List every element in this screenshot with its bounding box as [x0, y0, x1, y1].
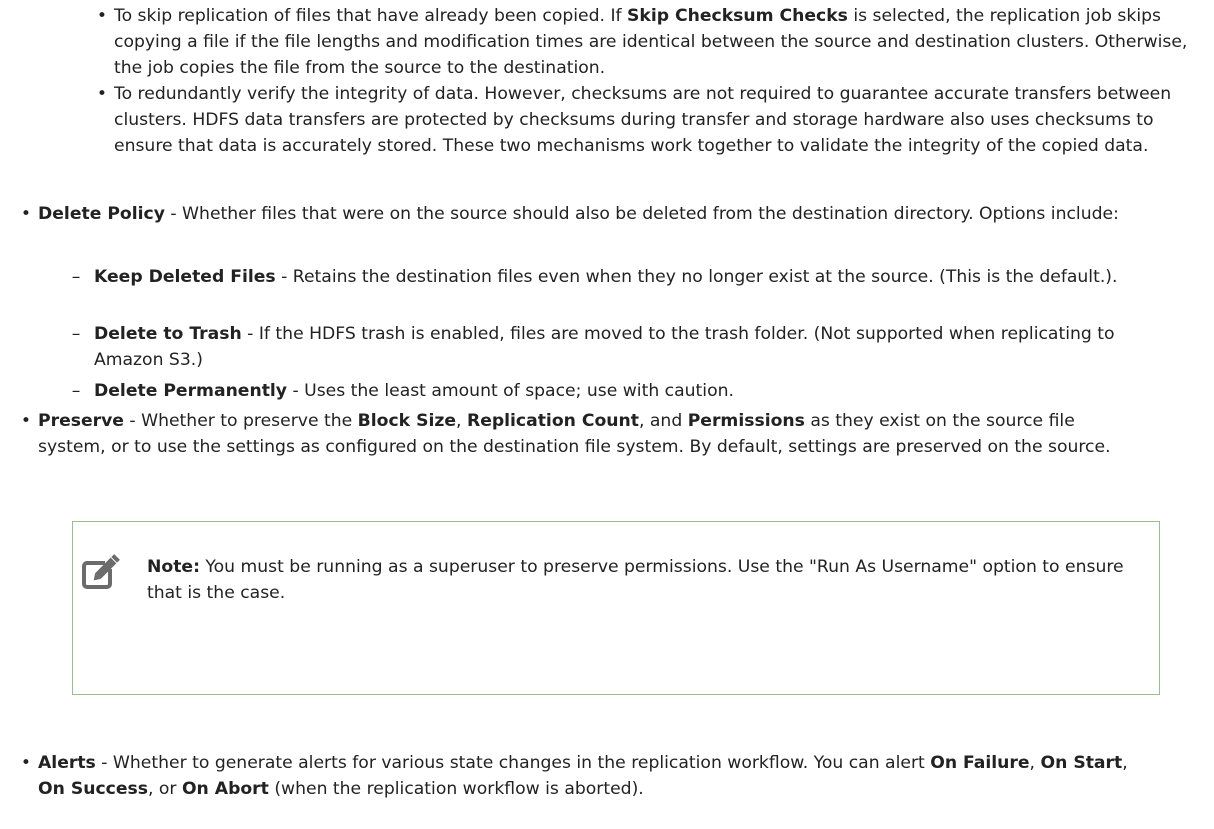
bold-term: On Failure	[930, 753, 1030, 773]
dash-marker: –	[71, 381, 81, 401]
text-run: You must be running as a superuser to pr…	[147, 557, 1124, 603]
note-text: Note: You must be running as a superuser…	[147, 554, 1137, 606]
bullet-marker: •	[96, 6, 108, 26]
bold-term: Replication Count	[466, 411, 639, 431]
text-run: , and	[638, 411, 688, 431]
note-edit-icon	[82, 554, 121, 589]
text-run: (when the replication workflow is aborte…	[268, 779, 644, 799]
bold-term: Permissions	[687, 411, 805, 431]
bold-term: Preserve	[38, 411, 124, 431]
bold-term: Delete Policy	[38, 204, 165, 224]
option-text: Keep Deleted Files - Retains the destina…	[94, 264, 1164, 290]
bold-term: Delete to Trash	[94, 324, 242, 344]
option-text: Delete to Trash - If the HDFS trash is e…	[94, 321, 1164, 373]
dash-marker: –	[71, 324, 81, 344]
bullet-text: Delete Policy - Whether files that were …	[38, 201, 1142, 227]
bullet-marker: •	[96, 84, 108, 104]
text-run: To skip replication of files that have a…	[114, 6, 628, 26]
bullet-marker: •	[20, 204, 32, 224]
text-run: , or	[147, 779, 182, 799]
bold-term: Block Size	[357, 411, 457, 431]
bullet-marker: •	[20, 411, 32, 431]
bullet-text: To skip replication of files that have a…	[114, 3, 1192, 81]
bullet-marker: •	[20, 753, 32, 773]
bold-term: Note:	[147, 557, 200, 577]
bold-term: Skip Checksum Checks	[627, 6, 848, 26]
text-run: - Whether to generate alerts for various…	[95, 753, 931, 773]
bold-term: On Success	[38, 779, 148, 799]
text-run: ,	[1029, 753, 1041, 773]
text-run: - Uses the least amount of space; use wi…	[287, 381, 734, 401]
note-box: Note: You must be running as a superuser…	[72, 521, 1160, 695]
text-run: - Whether files that were on the source …	[164, 204, 1119, 224]
bold-term: On Start	[1040, 753, 1123, 773]
text-run: - If the HDFS trash is enabled, files ar…	[94, 324, 1115, 370]
dash-marker: –	[71, 267, 81, 287]
text-run: ,	[1122, 753, 1128, 773]
text-run: - Whether to preserve the	[123, 411, 358, 431]
bold-term: On Abort	[181, 779, 269, 799]
bullet-text: Alerts - Whether to generate alerts for …	[38, 750, 1142, 802]
bold-term: Alerts	[38, 753, 96, 773]
text-run: ,	[456, 411, 467, 431]
bold-term: Keep Deleted Files	[94, 267, 276, 287]
text-run: To redundantly verify the integrity of d…	[114, 84, 1172, 156]
bold-term: Delete Permanently	[94, 381, 288, 401]
text-run: - Retains the destination files even whe…	[275, 267, 1118, 287]
document-page: • To skip replication of files that have…	[0, 0, 1214, 829]
option-text: Delete Permanently - Uses the least amou…	[94, 378, 1164, 404]
bullet-text: To redundantly verify the integrity of d…	[114, 81, 1192, 159]
bullet-text: Preserve - Whether to preserve the Block…	[38, 408, 1142, 460]
